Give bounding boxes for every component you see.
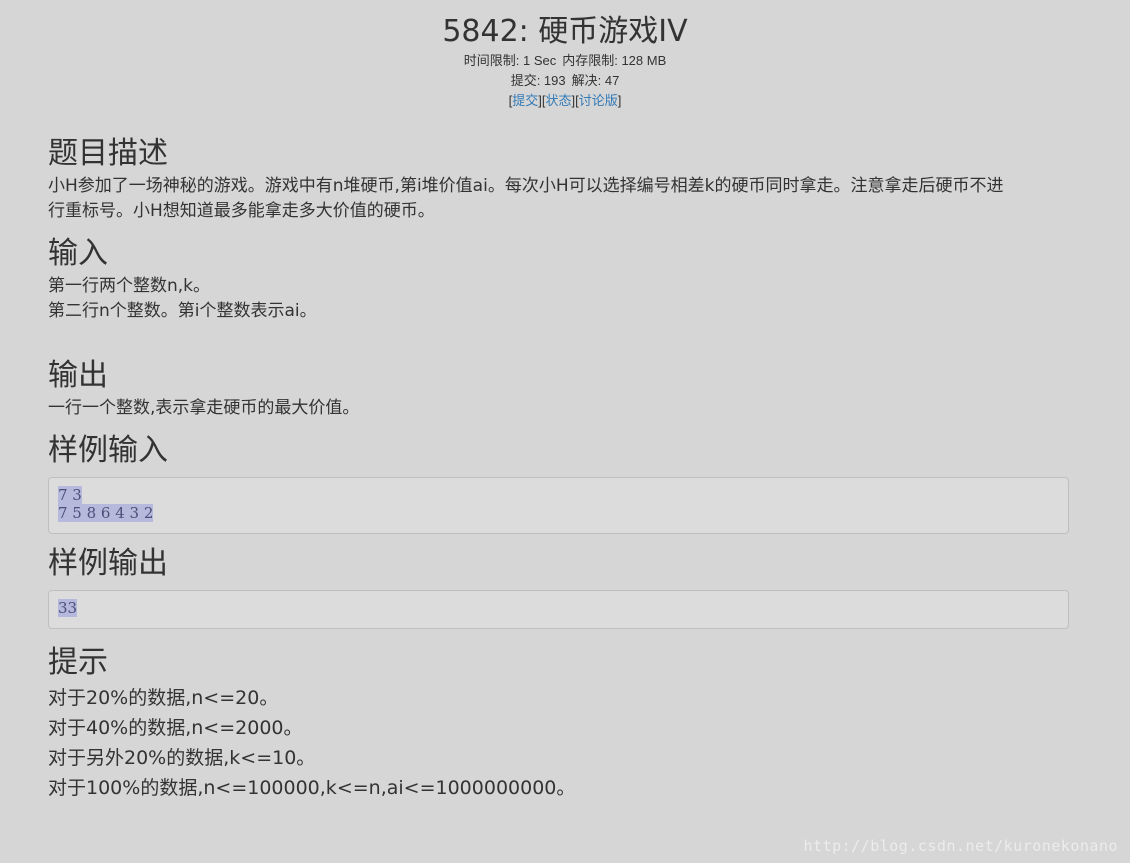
description-heading: 题目描述 <box>48 136 168 171</box>
problem-content: 题目描述 小H参加了一场神秘的游戏。游戏中有n堆硬币,第i堆价值ai。每次小H可… <box>48 134 1069 803</box>
hint-line: 对于另外20%的数据,k<=10。 <box>48 747 316 769</box>
sample-output-box[interactable]: 33 <box>48 590 1069 629</box>
hint-body: 对于20%的数据,n<=20。 对于40%的数据,n<=2000。 对于另外20… <box>48 683 1069 803</box>
description-line: 行重标号。小H想知道最多能拿走多大价值的硬币。 <box>48 201 435 221</box>
discuss-link[interactable]: 讨论版 <box>579 93 618 108</box>
description-body: 小H参加了一场神秘的游戏。游戏中有n堆硬币,第i堆价值ai。每次小H可以选择编号… <box>48 174 1069 224</box>
sample-output-line: 33 <box>58 599 78 617</box>
output-heading: 输出 <box>48 358 108 393</box>
output-body: 一行一个整数,表示拿走硬币的最大价值。 <box>48 396 1069 421</box>
submit-link[interactable]: 提交 <box>512 93 538 108</box>
sample-input-line: 7 5 8 6 4 3 2 <box>58 504 154 522</box>
sample-output-heading: 样例输出 <box>48 546 168 581</box>
page-title: 5842: 硬币游戏IV <box>442 14 688 49</box>
memory-limit: 内存限制: 128 MB <box>562 53 667 68</box>
hint-line: 对于100%的数据,n<=100000,k<=n,ai<=1000000000。 <box>48 777 576 799</box>
input-line: 第一行两个整数n,k。 <box>48 276 211 296</box>
solved-count: 解决: 47 <box>571 73 620 88</box>
input-line: 第二行n个整数。第i个整数表示ai。 <box>48 301 317 321</box>
hint-line: 对于40%的数据,n<=2000。 <box>48 717 303 739</box>
input-body: 第一行两个整数n,k。 第二行n个整数。第i个整数表示ai。 <box>48 274 1069 324</box>
watermark: http://blog.csdn.net/kuronekonano <box>803 837 1118 855</box>
hint-heading: 提示 <box>48 645 108 680</box>
problem-header: 5842: 硬币游戏IV 时间限制: 1 Sec 内存限制: 128 MB 提交:… <box>0 0 1130 111</box>
problem-page: 5842: 硬币游戏IV 时间限制: 1 Sec 内存限制: 128 MB 提交:… <box>0 0 1130 863</box>
submissions-count: 提交: 193 <box>510 73 566 88</box>
limits-line: 时间限制: 1 Sec 内存限制: 128 MB <box>0 51 1130 71</box>
output-line: 一行一个整数,表示拿走硬币的最大价值。 <box>48 398 360 418</box>
description-line: 小H参加了一场神秘的游戏。游戏中有n堆硬币,第i堆价值ai。每次小H可以选择编号… <box>48 176 1004 196</box>
sample-input-heading: 样例输入 <box>48 433 168 468</box>
status-link[interactable]: 状态 <box>545 93 571 108</box>
hint-line: 对于20%的数据,n<=20。 <box>48 687 279 709</box>
action-links: [提交][状态][讨论版] <box>508 93 622 108</box>
sample-input-line: 7 3 <box>58 486 82 504</box>
input-heading: 输入 <box>48 236 108 271</box>
sample-input-box[interactable]: 7 3 7 5 8 6 4 3 2 <box>48 477 1069 534</box>
time-limit: 时间限制: 1 Sec <box>463 53 557 68</box>
stats-line: 提交: 193 解决: 47 <box>0 71 1130 91</box>
